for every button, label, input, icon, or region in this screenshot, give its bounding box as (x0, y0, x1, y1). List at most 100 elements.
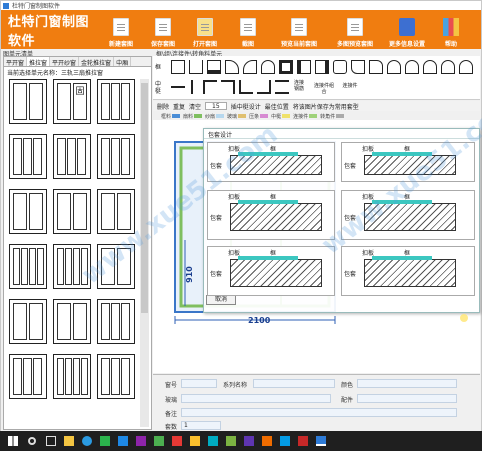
app-icon[interactable] (172, 436, 182, 446)
wrap-card[interactable]: 扣板 框 包套 (341, 246, 475, 296)
half-arch-icon[interactable] (387, 60, 401, 74)
help-button[interactable]: 帮助 (432, 12, 470, 48)
app-icon[interactable] (226, 436, 236, 446)
h-mullion-icon[interactable] (171, 86, 185, 88)
hardware-field[interactable] (357, 394, 457, 403)
l-mullion-icon[interactable] (239, 80, 253, 94)
window-thumbnail[interactable] (97, 244, 135, 289)
start-icon[interactable] (8, 436, 18, 446)
rounded-frame-icon[interactable] (333, 60, 347, 74)
app-icon[interactable] (262, 436, 272, 446)
search-icon[interactable] (28, 437, 36, 445)
window-thumbnail[interactable] (9, 134, 47, 179)
joint-label[interactable]: 连接件 (339, 83, 361, 89)
window-no-field[interactable] (181, 379, 217, 388)
joint-combo-label[interactable]: 连接件组合 (313, 83, 335, 95)
double-mullion-icon[interactable] (275, 80, 289, 94)
app-icon[interactable] (190, 436, 200, 446)
segment-arch-icon[interactable] (459, 60, 473, 74)
wrap-card[interactable]: 扣板 框 包套 (341, 142, 475, 182)
window-thumbnail[interactable] (53, 189, 91, 234)
tab-casement-screen[interactable]: 平开纱窗 (50, 57, 80, 67)
series-name-field[interactable] (253, 379, 335, 388)
browser-icon[interactable] (82, 436, 92, 446)
glass-field[interactable] (181, 394, 331, 403)
window-thumbnail[interactable] (9, 79, 47, 124)
redo-button[interactable]: 重复 (173, 102, 185, 111)
window-thumbnail[interactable] (53, 299, 91, 344)
thumbnail-scrollbar[interactable] (140, 79, 149, 427)
delete-button[interactable]: 删除 (157, 102, 169, 111)
thick-frame-icon[interactable] (279, 60, 293, 74)
color-field[interactable] (357, 379, 457, 388)
window-thumbnail[interactable] (9, 244, 47, 289)
middle-frame-button[interactable]: 插中梃设计 (231, 102, 261, 111)
quantity-field[interactable]: 1 (181, 421, 221, 430)
window-thumbnail[interactable] (9, 189, 47, 234)
window-thumbnail[interactable] (53, 244, 91, 289)
drawing-canvas[interactable]: 2100 910 包套设计 取消 扣板 框 包套 扣板 框 包套 扣板 框 包套 (153, 120, 480, 373)
window-thumbnail[interactable]: 固 (53, 79, 91, 124)
save-image-button[interactable]: 将该图片保存为常用套型 (293, 102, 359, 111)
window-thumbnail[interactable] (53, 354, 91, 399)
wrap-card[interactable]: 扣板 框 包套 (207, 142, 335, 182)
square-frame-icon[interactable] (171, 60, 185, 74)
window-thumbnail[interactable] (97, 189, 135, 234)
corner-mullion-right-icon[interactable] (221, 80, 235, 94)
dialog-cancel-button[interactable]: 取消 (206, 295, 236, 305)
wrap-card[interactable]: 扣板 框 包套 (341, 190, 475, 240)
full-arch-icon[interactable] (405, 60, 419, 74)
best-position-button[interactable]: 最佳位置 (265, 102, 289, 111)
window-thumbnail[interactable] (9, 354, 47, 399)
save-button[interactable]: 保存套图 (142, 12, 184, 48)
window-thumbnail[interactable] (97, 79, 135, 124)
gothic-arch-icon[interactable] (423, 60, 437, 74)
wrap-card[interactable]: 扣板 框 包套 (207, 190, 335, 240)
frame-right-icon[interactable] (315, 60, 329, 74)
scroll-thumb[interactable] (141, 83, 148, 313)
joint-steel-label[interactable]: 连接钢筋 (293, 80, 305, 92)
more-settings-button[interactable]: 更多信息设置 (382, 12, 432, 48)
app-icon[interactable] (280, 436, 290, 446)
window-thumbnail[interactable] (97, 299, 135, 344)
tab-middle[interactable]: 中厢 (114, 57, 132, 67)
round-arch-icon[interactable] (441, 60, 455, 74)
active-app-icon[interactable] (316, 436, 326, 446)
window-thumbnail[interactable] (53, 134, 91, 179)
task-view-icon[interactable] (46, 436, 56, 446)
frame-bottom-icon[interactable] (207, 60, 221, 74)
app-icon[interactable] (298, 436, 308, 446)
corner-frame-icon[interactable] (351, 60, 365, 74)
app-icon[interactable] (100, 436, 110, 446)
size-select[interactable]: 15 (205, 102, 227, 110)
app-icon[interactable] (118, 436, 128, 446)
app-icon[interactable] (154, 436, 164, 446)
curved-frame-icon[interactable] (225, 60, 239, 74)
window-thumbnail[interactable] (97, 354, 135, 399)
wrap-card[interactable]: 扣板 框 包套 (207, 246, 335, 296)
window-thumbnail[interactable] (97, 134, 135, 179)
curved-left-frame-icon[interactable] (243, 60, 257, 74)
v-mullion-icon[interactable] (191, 80, 193, 94)
arch-frame-icon[interactable] (261, 60, 275, 74)
app-icon[interactable] (208, 436, 218, 446)
new-button[interactable]: 新建套图 (100, 12, 142, 48)
tab-casement[interactable]: 平开窗 (4, 57, 28, 67)
preview-current-button[interactable]: 预览当前套图 (270, 12, 328, 48)
folder-icon[interactable] (64, 436, 74, 446)
tab-sliding[interactable]: 推拉窗 (27, 57, 51, 67)
open-button[interactable]: 打开套图 (184, 12, 226, 48)
app-icon[interactable] (244, 436, 254, 446)
u-frame-icon[interactable] (189, 60, 203, 74)
screenshot-button[interactable]: 截图 (226, 12, 270, 48)
frame-left-icon[interactable] (297, 60, 311, 74)
clear-button[interactable]: 清空 (189, 102, 201, 111)
j-mullion-icon[interactable] (257, 80, 271, 94)
corner-right-frame-icon[interactable] (369, 60, 383, 74)
corner-mullion-icon[interactable] (203, 80, 217, 94)
tab-gold-sliding[interactable]: 金轮推拉窗 (79, 57, 115, 67)
remark-field[interactable] (181, 408, 457, 417)
preview-multi-button[interactable]: 多图预览套图 (328, 12, 382, 48)
app-icon[interactable] (136, 436, 146, 446)
window-thumbnail[interactable] (9, 299, 47, 344)
